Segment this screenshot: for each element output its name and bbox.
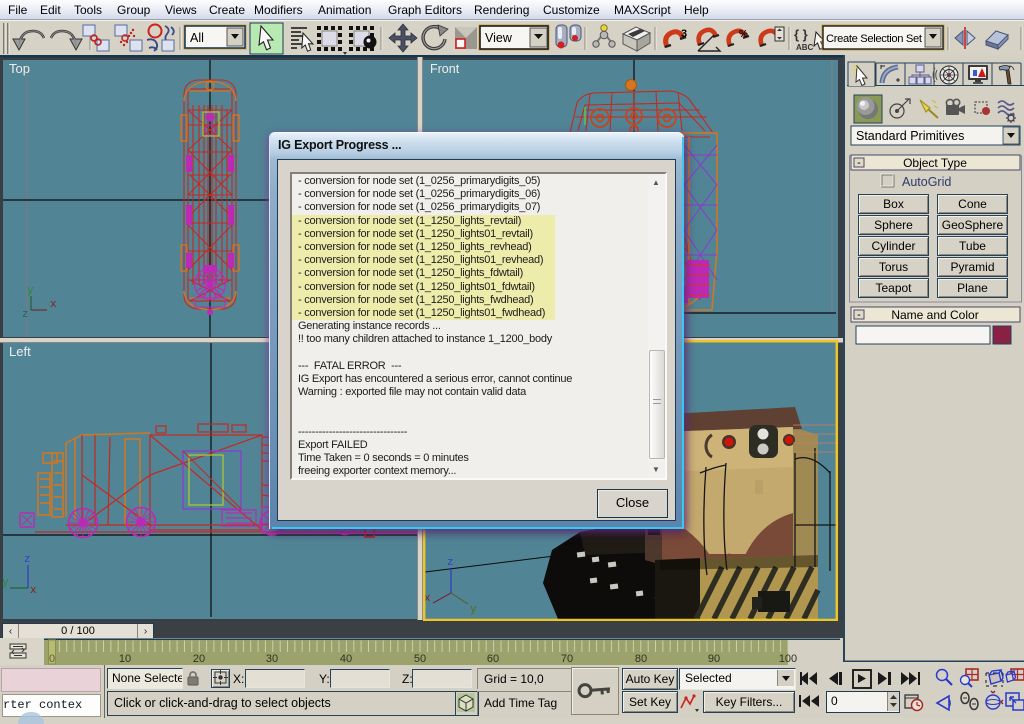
svg-text:80: 80 — [635, 653, 647, 665]
svg-text:x: x — [30, 585, 37, 597]
svg-text:Top: Top — [9, 61, 30, 76]
svg-text:Name and Color: Name and Color — [891, 308, 978, 322]
svg-text:z: z — [447, 557, 454, 569]
svg-text:Left: Left — [9, 344, 31, 359]
svg-text:%: % — [739, 29, 748, 40]
svg-text:z: z — [22, 309, 29, 321]
svg-text:0: 0 — [49, 653, 55, 665]
svg-text:3: 3 — [681, 28, 687, 40]
svg-text:x: x — [50, 299, 57, 311]
svg-text:70: 70 — [561, 653, 573, 665]
svg-text:-: - — [857, 309, 861, 321]
svg-text:Standard Primitives: Standard Primitives — [856, 129, 964, 143]
svg-text:30: 30 — [266, 653, 278, 665]
svg-text:View: View — [485, 31, 513, 45]
svg-text:10: 10 — [119, 653, 131, 665]
svg-text:y: y — [2, 577, 9, 589]
svg-text:60: 60 — [487, 653, 499, 665]
svg-text:20: 20 — [193, 653, 205, 665]
svg-text:100: 100 — [779, 653, 797, 665]
svg-text:Create Selection Set: Create Selection Set — [826, 33, 923, 45]
svg-text:Front: Front — [430, 62, 460, 76]
svg-text:{ }: { } — [794, 27, 808, 42]
svg-text:50: 50 — [414, 653, 426, 665]
svg-text:All: All — [190, 31, 204, 45]
svg-text:z: z — [24, 554, 31, 566]
svg-text:40: 40 — [340, 653, 352, 665]
svg-text:-: - — [857, 157, 861, 169]
svg-text:Object Type: Object Type — [903, 156, 967, 170]
svg-text:90: 90 — [708, 653, 720, 665]
svg-text:ABC: ABC — [796, 43, 814, 52]
svg-text:y: y — [27, 285, 34, 297]
svg-text:y: y — [470, 604, 477, 616]
svg-text:AutoGrid: AutoGrid — [902, 175, 951, 189]
